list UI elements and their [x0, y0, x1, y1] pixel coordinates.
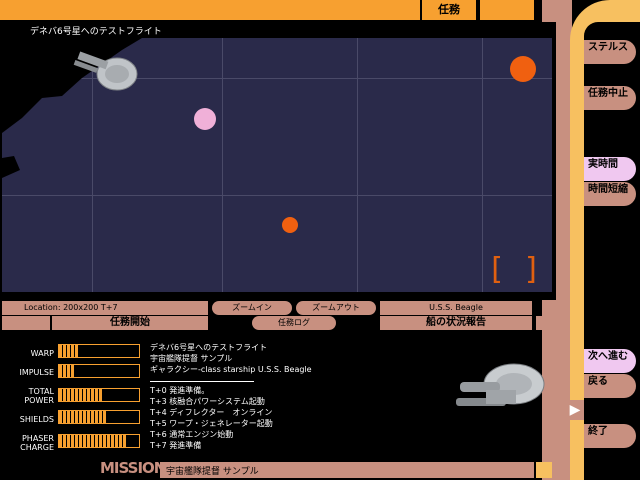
log-line: T+0 発進準備。 — [150, 386, 210, 395]
starship-icon[interactable] — [72, 46, 142, 96]
ship-name-field: U.S.S. Beagle — [380, 301, 532, 315]
log-line: T+6 通常エンジン始動 — [150, 430, 234, 439]
warp-label: WARP — [30, 349, 54, 358]
total-power-label: TOTAL POWER — [24, 387, 54, 405]
shields-meter — [58, 410, 140, 424]
abort-mission-button[interactable]: 任務中止 — [584, 86, 636, 110]
top-bar — [22, 0, 420, 20]
exit-button[interactable]: 終了 — [584, 424, 636, 448]
starship-image — [456, 363, 545, 406]
zoom-out-button[interactable]: ズームアウト — [296, 301, 376, 315]
planet-orange-large[interactable] — [510, 56, 536, 82]
next-button[interactable]: 次へ進む — [584, 349, 636, 373]
meter-fill — [59, 365, 75, 377]
log-line: T+7 発進準備 — [150, 441, 202, 450]
impulse-label: IMPULSE — [19, 368, 54, 377]
grid-line — [482, 38, 483, 292]
meter-fill — [59, 389, 103, 401]
bar-left-spacer — [2, 316, 50, 330]
meter-fill — [59, 345, 79, 357]
grid-line — [357, 38, 358, 292]
total-power-meter — [58, 388, 140, 402]
back-button[interactable]: 戻る — [584, 374, 636, 398]
selection-bracket-icon: [] — [487, 252, 560, 287]
planet-pink[interactable] — [194, 108, 216, 130]
top-bar-right — [478, 0, 534, 20]
ship-status-button[interactable]: 船の状況報告 — [380, 316, 532, 330]
header-title-tab: 任務 — [420, 0, 476, 20]
star-map[interactable] — [2, 38, 552, 292]
mission-start-button[interactable]: 任務開始 — [52, 316, 208, 330]
time-compress-button[interactable]: 時間短縮 — [584, 182, 636, 206]
divider — [150, 381, 254, 382]
zoom-in-button[interactable]: ズームイン — [212, 301, 292, 315]
phaser-meter — [58, 434, 140, 448]
location-readout: Location: 200x200 T+7 — [2, 301, 208, 315]
log-line: T+5 ワープ・ジェネレーター起動 — [150, 419, 273, 428]
map-title: デネバ6号星へのテストフライト — [30, 27, 162, 37]
admiral-name: 宇宙艦隊提督 サンプル — [166, 467, 259, 477]
log-line: T+4 ディフレクター オンライン — [150, 408, 273, 417]
bar-right-spacer — [536, 316, 542, 330]
info-line-3: ギャラクシー-class starship U.S.S. Beagle — [150, 365, 312, 374]
grid-line — [222, 38, 223, 292]
top-bar-left — [0, 0, 22, 20]
phaser-label: PHASER CHARGE — [20, 434, 54, 452]
bottom-bar-end — [536, 462, 552, 478]
arrow-right-icon[interactable]: ▶ — [566, 400, 584, 420]
log-line: T+3 核融合パワーシステム起動 — [150, 397, 265, 406]
stealth-button[interactable]: ステルス — [584, 40, 636, 64]
info-line-2: 宇宙艦隊提督 サンプル — [150, 354, 233, 363]
mission-log-button[interactable]: 任務ログ — [252, 316, 336, 330]
mission-logo: MISSION — [100, 459, 166, 477]
header-title: 任務 — [438, 3, 460, 16]
info-line-1: デネバ6号星へのテストフライト — [150, 343, 268, 352]
meter-fill — [59, 435, 127, 447]
planet-orange-small[interactable] — [282, 217, 298, 233]
grid-line — [2, 195, 552, 196]
warp-meter — [58, 344, 140, 358]
shields-label: SHIELDS — [19, 415, 54, 424]
real-time-button[interactable]: 実時間 — [584, 157, 636, 181]
meter-fill — [59, 411, 107, 423]
impulse-meter — [58, 364, 140, 378]
